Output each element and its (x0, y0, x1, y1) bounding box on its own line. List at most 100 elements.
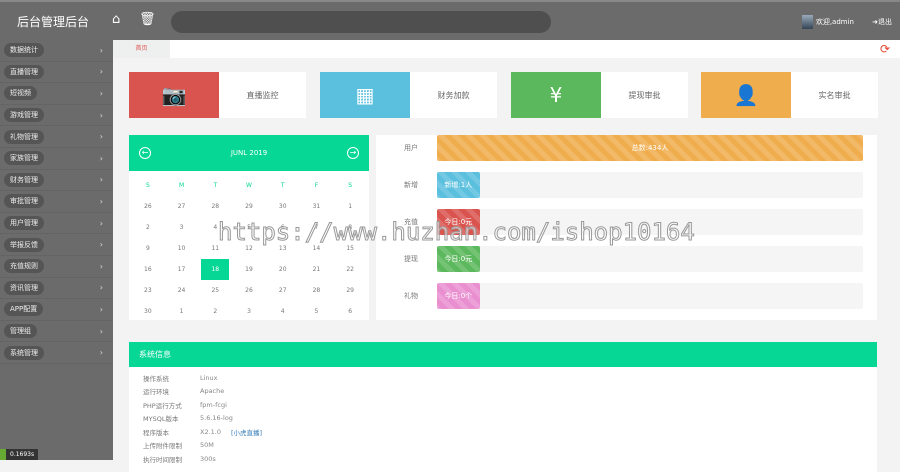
calendar-day[interactable]: 13 (266, 238, 300, 259)
info-key: 上传附件限制 (143, 442, 182, 451)
calendar-day[interactable]: 30 (266, 196, 300, 217)
sidebar-item[interactable]: 礼物管理 › (0, 126, 113, 148)
chevron-right-icon: › (99, 218, 103, 228)
calendar-day[interactable]: 11 (198, 238, 232, 259)
sidebar-item[interactable]: 举报反馈 › (0, 234, 113, 256)
quick-card[interactable]: ¥ 提现审批 (511, 72, 688, 118)
tab-home[interactable]: 首页 (113, 40, 170, 58)
sidebar-item[interactable]: 充值规则 › (0, 256, 113, 278)
calendar-day[interactable]: 28 (300, 280, 334, 301)
calendar-day[interactable]: 12 (232, 238, 266, 259)
calendar-day[interactable]: 24 (165, 280, 199, 301)
calendar-day[interactable]: 1 (333, 196, 367, 217)
next-month-icon[interactable]: → (347, 147, 359, 159)
calendar-day[interactable]: 2 (198, 301, 232, 322)
system-info-row: 执行时间限制 300s (129, 452, 877, 466)
calendar-day[interactable]: 8 (333, 217, 367, 238)
sidebar-item-label: 家族管理 (4, 151, 44, 166)
sidebar-item[interactable]: 财务管理 › (0, 170, 113, 192)
weekday-label: S (348, 182, 353, 189)
sidebar-item-label: 礼物管理 (4, 129, 44, 144)
calendar-day[interactable]: 6 (333, 301, 367, 322)
sidebar-item-label: APP配置 (4, 302, 44, 317)
sidebar-item[interactable]: 游戏管理 › (0, 105, 113, 127)
calendar-day[interactable]: 25 (198, 280, 232, 301)
stat-label: 新增 (404, 181, 418, 189)
calendar-day[interactable]: 26 (232, 280, 266, 301)
calendar-day[interactable]: 31 (300, 196, 334, 217)
calendar-day[interactable]: 17 (165, 259, 199, 280)
calendar-day[interactable]: 28 (198, 196, 232, 217)
calendar-day[interactable]: 10 (165, 238, 199, 259)
calendar-day[interactable]: 23 (131, 280, 165, 301)
home-icon[interactable]: ⌂ (112, 12, 120, 27)
calendar-day[interactable]: 30 (131, 301, 165, 322)
calendar-day[interactable]: 29 (232, 196, 266, 217)
sidebar-item[interactable]: 用户管理 › (0, 213, 113, 235)
search-bar[interactable] (171, 11, 551, 33)
chevron-right-icon: › (99, 348, 103, 358)
stat-row: 充值 今日:0元 (376, 209, 877, 235)
info-key: PHP运行方式 (143, 401, 182, 410)
chevron-right-icon: › (99, 240, 103, 250)
calendar-day[interactable]: 20 (266, 259, 300, 280)
sidebar-item[interactable]: 管理组 › (0, 321, 113, 343)
quick-card[interactable]: 📷 直播监控 (129, 72, 306, 118)
calendar-day[interactable]: 15 (333, 238, 367, 259)
sidebar-item-label: 游戏管理 (4, 108, 44, 123)
weekday-label: W (246, 182, 252, 189)
calendar-day[interactable]: 21 (300, 259, 334, 280)
program-link[interactable]: [小虎直播] (231, 427, 262, 437)
system-info-row: 运行环境 Apache (129, 385, 877, 399)
sidebar-item[interactable]: 审批管理 › (0, 191, 113, 213)
user-info[interactable]: 欢迎,admin (801, 15, 854, 29)
sidebar-item-label: 短视频 (4, 86, 37, 101)
prev-month-icon[interactable]: ← (139, 147, 151, 159)
calendar-day[interactable]: 4 (198, 217, 232, 238)
chevron-right-icon: › (99, 88, 103, 98)
sidebar-item[interactable]: 直播管理 › (0, 62, 113, 84)
quick-card[interactable]: 👤 实名审批 (701, 72, 878, 118)
progress-bar: 总数:434人 (437, 135, 863, 161)
trash-icon[interactable]: 🗑 (139, 12, 156, 27)
sidebar: 数据统计 › 直播管理 › 短视频 › 游戏管理 › 礼物管理 › 家族管理 › 财务管理 › 审批管理 › 用… (0, 40, 113, 460)
progress-track: 新增:1人 (437, 172, 863, 198)
chevron-right-icon: › (99, 261, 103, 271)
calendar-day[interactable]: 5 (300, 301, 334, 322)
calendar-day[interactable]: 3 (165, 217, 199, 238)
sidebar-item[interactable]: 数据统计 › (0, 40, 113, 62)
calendar-day[interactable]: 22 (333, 259, 367, 280)
calendar-day[interactable]: 5 (232, 217, 266, 238)
debug-timer[interactable]: 0.1693s (0, 449, 39, 460)
quick-card[interactable]: ▦ 财务加款 (320, 72, 497, 118)
calendar-day[interactable]: 14 (300, 238, 334, 259)
system-info-title: 系统信息 (129, 342, 877, 367)
chevron-right-icon: › (99, 283, 103, 293)
calendar-day[interactable]: 19 (232, 259, 266, 280)
calendar-day[interactable]: 3 (232, 301, 266, 322)
calendar-day[interactable]: 16 (131, 259, 165, 280)
calendar-day[interactable]: 7 (300, 217, 334, 238)
calendar-day[interactable]: 29 (333, 280, 367, 301)
calendar-day[interactable]: 27 (165, 196, 199, 217)
refresh-icon[interactable]: ⟳ (880, 42, 890, 56)
weekday-label: T (213, 182, 218, 189)
info-value: 5.6.16-log (200, 414, 233, 423)
calendar-day[interactable]: 6 (266, 217, 300, 238)
weekday-label: F (314, 182, 319, 189)
calendar-day[interactable]: 4 (266, 301, 300, 322)
calendar-day[interactable]: 27 (266, 280, 300, 301)
calendar-day[interactable]: 2 (131, 217, 165, 238)
calendar-day[interactable]: 1 (165, 301, 199, 322)
sidebar-item[interactable]: 家族管理 › (0, 148, 113, 170)
sidebar-item[interactable]: 资讯管理 › (0, 278, 113, 300)
logout-button[interactable]: ➜退出 (872, 17, 892, 27)
calendar-day[interactable]: 9 (131, 238, 165, 259)
calendar-day[interactable]: 26 (131, 196, 165, 217)
info-key: 运行环境 (143, 388, 169, 397)
sidebar-item[interactable]: 系统管理 › (0, 342, 113, 364)
calendar-day[interactable]: 18 (201, 259, 230, 280)
sidebar-item[interactable]: 短视频 › (0, 83, 113, 105)
sidebar-item[interactable]: APP配置 › (0, 299, 113, 321)
grid-icon: ▦ (320, 72, 410, 118)
